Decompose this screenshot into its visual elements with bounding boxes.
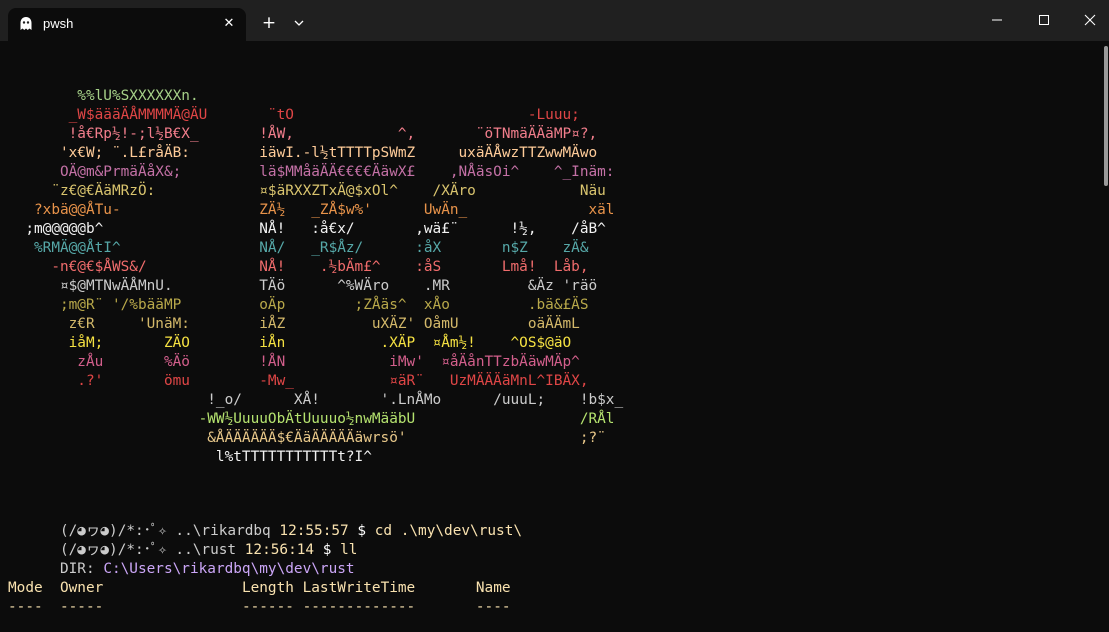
maximize-button[interactable] (1021, 0, 1067, 41)
close-tab-button[interactable]: ✕ (219, 14, 239, 34)
underline-name: ---- (475, 599, 511, 615)
minimize-icon (992, 19, 1002, 21)
close-window-button[interactable] (1067, 0, 1109, 41)
ascii-art-line: %RMÄ@@ÅtI^ NÅ/ _R$Åz/ :åX n$Z zÄ& (8, 240, 589, 256)
prompt-symbol: $ (357, 523, 367, 539)
header-length: Length (241, 580, 294, 596)
maximize-icon (1039, 15, 1049, 25)
prompt-command: cd .\my\dev\rust\ (374, 523, 523, 539)
prompt-line-1: (/◕ヮ◕)/*:･ﾟ✧ ..\rikardbq 12:55:57 $ cd .… (8, 503, 522, 539)
dir-path: C:\Users\rikardbq\my\dev\rust (103, 561, 355, 577)
tab-dropdown-button[interactable] (288, 12, 310, 34)
prompt-line-2: (/◕ヮ◕)/*:･ﾟ✧ ..\rust 12:56:14 $ ll (8, 522, 357, 558)
table-underline-row: ---- ----- ------ ------------- ---- (8, 598, 511, 617)
ascii-art-line: iåM; ZÄO iÅn .XÄP ¤Åm½! ^OS$@äO (8, 335, 572, 351)
tab-pwsh[interactable]: pwsh ✕ (8, 8, 246, 41)
scrollbar[interactable] (1104, 46, 1108, 186)
ascii-art-line: _W$äääÄÅMMMMÄ@ÄU ¨tO -Luuu; (8, 107, 580, 123)
minimize-button[interactable] (974, 0, 1020, 41)
new-tab-button[interactable]: + (258, 12, 280, 34)
header-lastwritetime: LastWriteTime (302, 580, 416, 596)
ascii-art-line: ?xbä@@ÅTu- ZÄ½ _ZÅ$w%' UwÄn_ xäl (8, 202, 615, 218)
ascii-art-line: -WW½UuuuObÄtUuuuo½nwMääbU /RÅl (8, 411, 615, 427)
ascii-art-line: z€R 'UnäM: iÅZ uXÄZ' OåmU oäÄÄmL (8, 316, 580, 332)
underline-owner: ----- (59, 599, 104, 615)
header-owner: Owner (59, 580, 104, 596)
ascii-art-line: l%tTTTTTTTTTTTt?I^ (8, 449, 372, 465)
terminal-window: pwsh ✕ + %%lU%SXXXXXXn. _W$äääÄÅMMMMÄ@ÄU… (0, 0, 1109, 632)
ascii-art-line: ¤$@MTNwÄÅMnU. TÄö ^%WÄro .MR &Äz 'räö (8, 278, 598, 294)
underline-lastwritetime: ------------- (302, 599, 416, 615)
header-name: Name (475, 580, 511, 596)
close-icon (1084, 14, 1096, 26)
header-mode: Mode (8, 580, 43, 596)
ascii-art-line: zÅu %Äö !ÅN iMw' ¤åÄånTTzbÄäwMÄp^ (8, 354, 580, 370)
ascii-art-line: !å€Rp½!-;l½B€X_ !ÅW, ^, ¨öTNmäÄÄäMP¤?, (8, 126, 598, 142)
underline-length: ------ (241, 599, 294, 615)
terminal-output[interactable]: %%lU%SXXXXXXn. _W$äääÄÅMMMMÄ@ÄU ¨tO -Luu… (0, 41, 1100, 632)
dir-label: DIR: (59, 561, 95, 577)
ascii-art-line: ;m@@@@@b^ NÅ! :å€x/ ,wä£¨ !½, /åB^ (8, 221, 606, 237)
underline-mode: ---- (8, 599, 43, 615)
ascii-art-line: ¨z€@€ÄäMRzÖ: ¤$äRXXZTxÄ@$xOl^ /XÄro Näu (8, 183, 606, 199)
ascii-art-line: OÄ@m&PrmäÄåX&; lä$MMåäÄÄ€€€€ÄäwX£ ,NÅäsO… (8, 164, 615, 180)
ascii-art-line: .?' ömu -Mw_ ¤äR¨ UzMÄÄÄäMnL^IBÄX, (8, 373, 589, 389)
ascii-art-line: %%lU%SXXXXXXn. (8, 88, 199, 104)
ghost-icon (20, 17, 32, 30)
ascii-art-line: &ÅÄÄÄÄÄÄ$€ÄäÄÄÄÄÄäwrsö' ;?¨ (8, 430, 606, 446)
dir-line: DIR: C:\Users\rikardbq\my\dev\rust (8, 541, 355, 577)
title-bar: pwsh ✕ + (0, 0, 1109, 41)
ascii-art-line: 'x€W; ¨.L£råÄB: iäwI.-l½tTTTTpSWmZ uxäÄÅ… (8, 145, 598, 161)
ascii-art-line: -n€@€$ÅWS&/ NÅ! .½bÄm£^ :åS Lmå! Låb, (8, 259, 589, 275)
chevron-down-icon (294, 20, 304, 26)
tab-title: pwsh (43, 16, 74, 31)
ascii-art-line: ;m@R¨ '/%bääMP oÄp ;ZÅäs^ xÅo .bä&£ÄS (8, 297, 589, 313)
ascii-art-line: !_o/ XÅ! '.LnÅMo /uuuL; !b$x_ (8, 392, 624, 408)
table-header-row: Mode Owner Length LastWriteTime Name (8, 579, 511, 598)
